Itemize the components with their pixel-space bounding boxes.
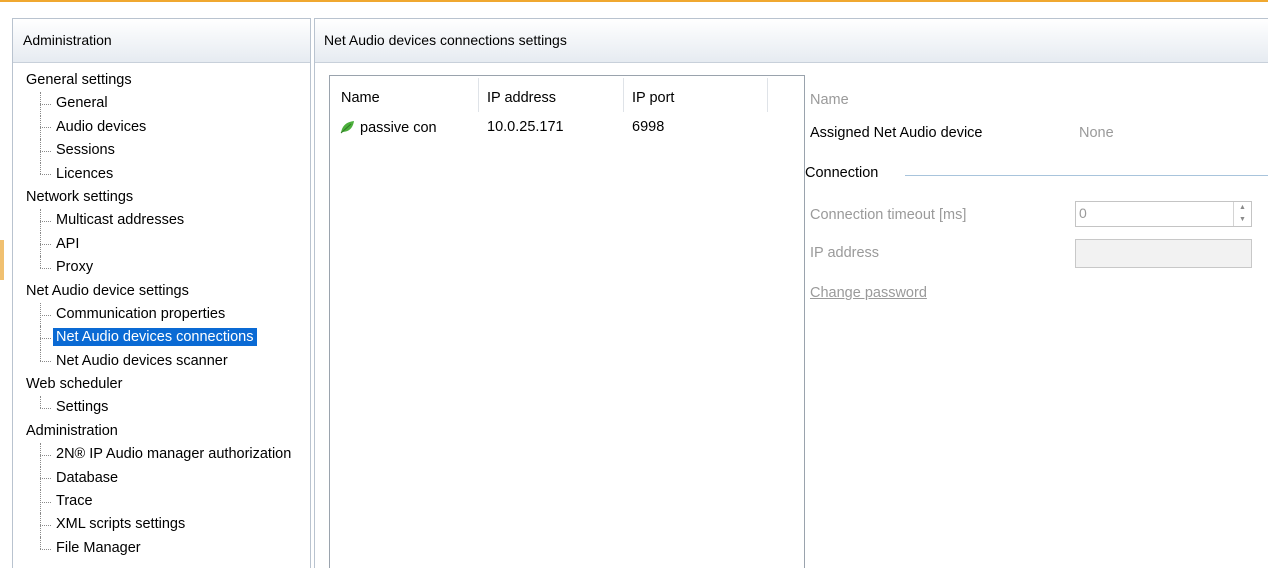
tree-item-label: API <box>56 235 80 252</box>
tree-item[interactable]: Net Audio devices connections <box>13 326 310 351</box>
section-divider <box>905 175 1268 176</box>
tree-item-label: 2N® IP Audio manager authorization <box>56 446 292 463</box>
connection-timeout-label: Connection timeout [ms] <box>810 207 967 223</box>
stepper-up-icon[interactable]: ▲ <box>1234 202 1251 214</box>
tree-item-label: General <box>56 95 108 112</box>
settings-tree[interactable]: General settings General Audio devices Sess… <box>13 63 310 560</box>
tree-group[interactable]: General settings <box>13 69 310 92</box>
tree-item-label: Licences <box>56 165 114 182</box>
tree-item[interactable]: Sessions <box>13 139 310 163</box>
tree-item-label: Trace <box>56 493 93 510</box>
tree-item[interactable]: XML scripts settings <box>13 513 310 538</box>
connection-port-cell: 6998 <box>632 119 665 135</box>
tree-item-label: Database <box>56 469 119 486</box>
tree-group[interactable]: Network settings <box>13 186 310 209</box>
navigation-panel-header: Administration <box>13 19 310 63</box>
tree-item[interactable]: General <box>13 92 310 117</box>
column-header-name[interactable]: Name <box>341 90 380 106</box>
column-separator[interactable] <box>623 78 624 112</box>
tree-item[interactable]: Net Audio devices scanner <box>13 349 310 373</box>
tree-item[interactable]: API <box>13 232 310 257</box>
tree-item[interactable]: Licences <box>13 162 310 186</box>
tree-item[interactable]: Communication properties <box>13 302 310 327</box>
tree-item-label: Sessions <box>56 142 115 159</box>
tree-item[interactable]: Database <box>13 466 310 491</box>
tree-item-label: Proxy <box>56 259 94 276</box>
column-header-ip-address[interactable]: IP address <box>487 90 556 106</box>
connection-section-title: Connection <box>805 165 879 181</box>
connections-list[interactable]: Name IP address IP port passive con 10.0… <box>329 75 805 568</box>
tree-item-label: Settings <box>56 399 109 416</box>
window-top-border <box>0 0 1268 2</box>
tree-group[interactable]: Administration <box>13 420 310 443</box>
tree-item-label: Net Audio devices scanner <box>56 352 228 369</box>
tree-group[interactable]: Web scheduler <box>13 373 310 396</box>
connection-ip-cell: 10.0.25.171 <box>487 119 564 135</box>
tree-item[interactable]: Audio devices <box>13 115 310 140</box>
leaf-icon <box>340 121 354 134</box>
tree-item-label: Communication properties <box>56 305 226 322</box>
tree-item-label: Multicast addresses <box>56 212 185 229</box>
tree-item[interactable]: File Manager <box>13 536 310 560</box>
connection-name: passive con <box>360 120 437 136</box>
stepper-down-icon[interactable]: ▼ <box>1234 214 1251 226</box>
settings-panel-header: Net Audio devices connections settings <box>315 19 1268 63</box>
navigation-panel: Administration General settings General Au… <box>12 18 311 568</box>
connection-row[interactable]: passive con 10.0.25.171 6998 <box>330 119 804 143</box>
tree-item-label: XML scripts settings <box>56 516 186 533</box>
ip-address-label: IP address <box>810 245 880 261</box>
tree-item[interactable]: Trace <box>13 490 310 514</box>
assigned-device-value: None <box>1079 125 1114 141</box>
tree-item[interactable]: 2N® IP Audio manager authorization <box>13 443 310 468</box>
column-header-ip-port[interactable]: IP port <box>632 90 674 106</box>
connection-timeout-stepper[interactable]: 0 ▲ ▼ <box>1075 201 1252 227</box>
tree-item-label: Net Audio devices connections <box>53 328 257 347</box>
tree-group[interactable]: Net Audio device settings <box>13 280 310 303</box>
connections-list-header: Name IP address IP port <box>330 76 804 112</box>
column-separator[interactable] <box>767 78 768 112</box>
stepper-arrows[interactable]: ▲ ▼ <box>1233 202 1251 226</box>
connection-name-cell: passive con <box>339 119 437 136</box>
name-label: Name <box>810 92 849 108</box>
tree-item[interactable]: Proxy <box>13 256 310 279</box>
tree-item[interactable]: Settings <box>13 396 310 419</box>
change-password-link[interactable]: Change password <box>810 285 927 301</box>
window-edge-marker <box>0 240 4 280</box>
tree-item[interactable]: Multicast addresses <box>13 209 310 234</box>
connection-timeout-value: 0 <box>1079 205 1087 221</box>
tree-item-label: File Manager <box>56 539 141 556</box>
tree-item-label: Audio devices <box>56 118 147 135</box>
ip-address-field[interactable] <box>1075 239 1252 268</box>
settings-panel: Net Audio devices connections settings N… <box>314 18 1268 568</box>
assigned-device-label: Assigned Net Audio device <box>810 125 983 141</box>
column-separator[interactable] <box>478 78 479 112</box>
